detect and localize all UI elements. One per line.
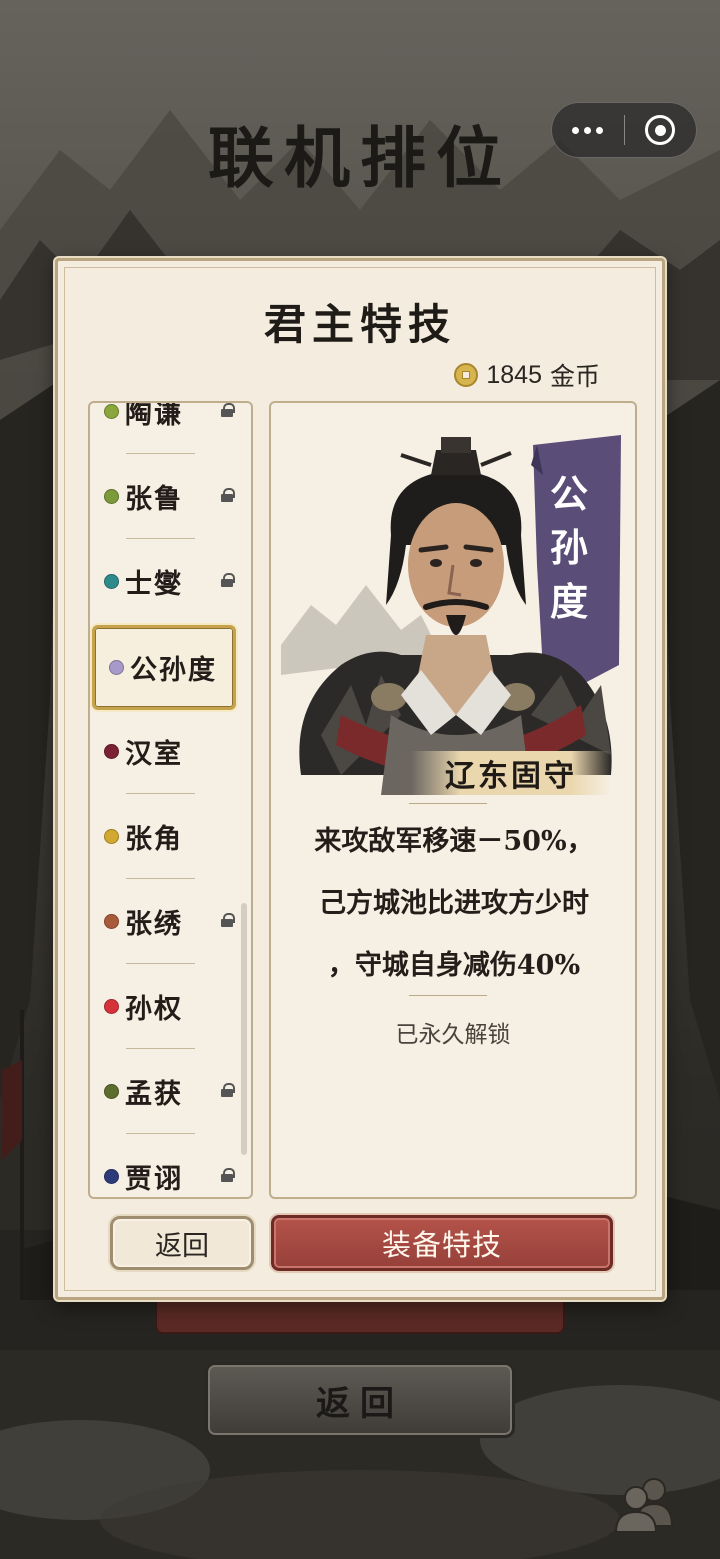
lock-icon [221, 403, 235, 417]
list-item[interactable]: 汉室 [90, 709, 235, 794]
lord-name: 孟获 [125, 1079, 183, 1110]
friends-group-icon[interactable] [612, 1470, 678, 1536]
coin-value: 1845 [486, 360, 542, 389]
lord-name: 张鲁 [125, 484, 183, 515]
lock-icon [221, 1168, 235, 1182]
lord-name: 贾诩 [125, 1164, 183, 1195]
description-line: ，守城自身减伤40% [327, 950, 581, 981]
close-miniprogram-button[interactable] [625, 102, 697, 158]
faction-dot [104, 744, 119, 759]
portrait-name-char: 孙 [549, 525, 588, 570]
list-item[interactable]: 士燮 [90, 539, 235, 624]
portrait-name-banner: 公 孙 度 [531, 443, 607, 653]
description-line: 来攻敌军移速－50%， [314, 826, 594, 857]
detail-divider [409, 803, 487, 804]
skill-title: 辽东固守 [445, 759, 577, 794]
coin-balance: 1845 金币 [454, 357, 600, 393]
list-scrollbar[interactable] [241, 903, 247, 1155]
list-item[interactable]: 孙权 [90, 964, 235, 1049]
faction-dot [104, 914, 119, 929]
lord-name: 士燮 [125, 569, 183, 600]
miniprogram-capsule [551, 102, 697, 158]
lord-name: 张绣 [125, 909, 183, 940]
coin-unit: 金币 [549, 363, 600, 391]
dot-icon [596, 126, 604, 134]
skill-title-ribbon: 辽东固守 [411, 751, 611, 795]
lock-icon [221, 573, 235, 587]
lord-name: 陶谦 [125, 401, 183, 430]
back-button[interactable]: 返回 [110, 1216, 254, 1270]
faction-dot [104, 574, 119, 589]
lock-icon [221, 913, 235, 927]
lord-name: 公孙度 [130, 655, 217, 686]
list-item[interactable]: 贾诩 [90, 1134, 235, 1197]
target-circle-icon [645, 115, 676, 145]
lock-icon [221, 1083, 235, 1097]
list-item[interactable]: 孟获 [90, 1049, 235, 1134]
dot-icon [572, 126, 580, 134]
faction-dot [104, 489, 119, 504]
faction-dot [104, 404, 119, 419]
faction-dot [109, 660, 124, 675]
faction-dot [104, 1084, 119, 1099]
panel-title: 君主特技 [263, 300, 456, 349]
detail-divider [409, 995, 487, 996]
description-line: 己方城池比进攻方少时 [319, 888, 589, 919]
lord-skill-panel: 君主特技 1845 金币 陶谦 张鲁 士燮 公孙度 汉室 张角 张绣 孙权 孟获… [55, 258, 665, 1300]
lock-icon [221, 488, 235, 502]
unlock-status: 已永久解锁 [395, 1021, 511, 1047]
lord-name: 张角 [125, 824, 183, 855]
bottom-back-button[interactable]: 返回 [205, 1362, 515, 1438]
list-item-selected[interactable]: 公孙度 [92, 625, 236, 710]
lord-name: 孙权 [125, 994, 183, 1025]
list-item[interactable]: 陶谦 [90, 401, 235, 454]
portrait-name-char: 公 [549, 471, 588, 516]
list-item[interactable]: 张鲁 [90, 454, 235, 539]
faction-dot [104, 1169, 119, 1184]
lord-name: 汉室 [125, 739, 183, 770]
list-item[interactable]: 张绣 [90, 879, 235, 964]
lord-list[interactable]: 陶谦 张鲁 士燮 公孙度 汉室 张角 张绣 孙权 孟获 贾诩 [88, 401, 253, 1199]
coin-icon [454, 363, 479, 387]
dot-icon [584, 126, 592, 134]
skill-description: 来攻敌军移速－50%， 己方城池比进攻方少时 ，守城自身减伤40% [281, 811, 627, 997]
equip-skill-button[interactable]: 装备特技 [271, 1215, 613, 1271]
list-item[interactable]: 张角 [90, 794, 235, 879]
faction-dot [104, 829, 119, 844]
faction-dot [104, 999, 119, 1014]
more-menu-button[interactable] [552, 102, 624, 158]
lord-detail-card: 公 孙 度 辽东固守 来攻敌军移速－50%， 己方城池比进攻方少时 ，守城自身减… [269, 401, 637, 1199]
portrait-name-char: 度 [549, 579, 588, 624]
